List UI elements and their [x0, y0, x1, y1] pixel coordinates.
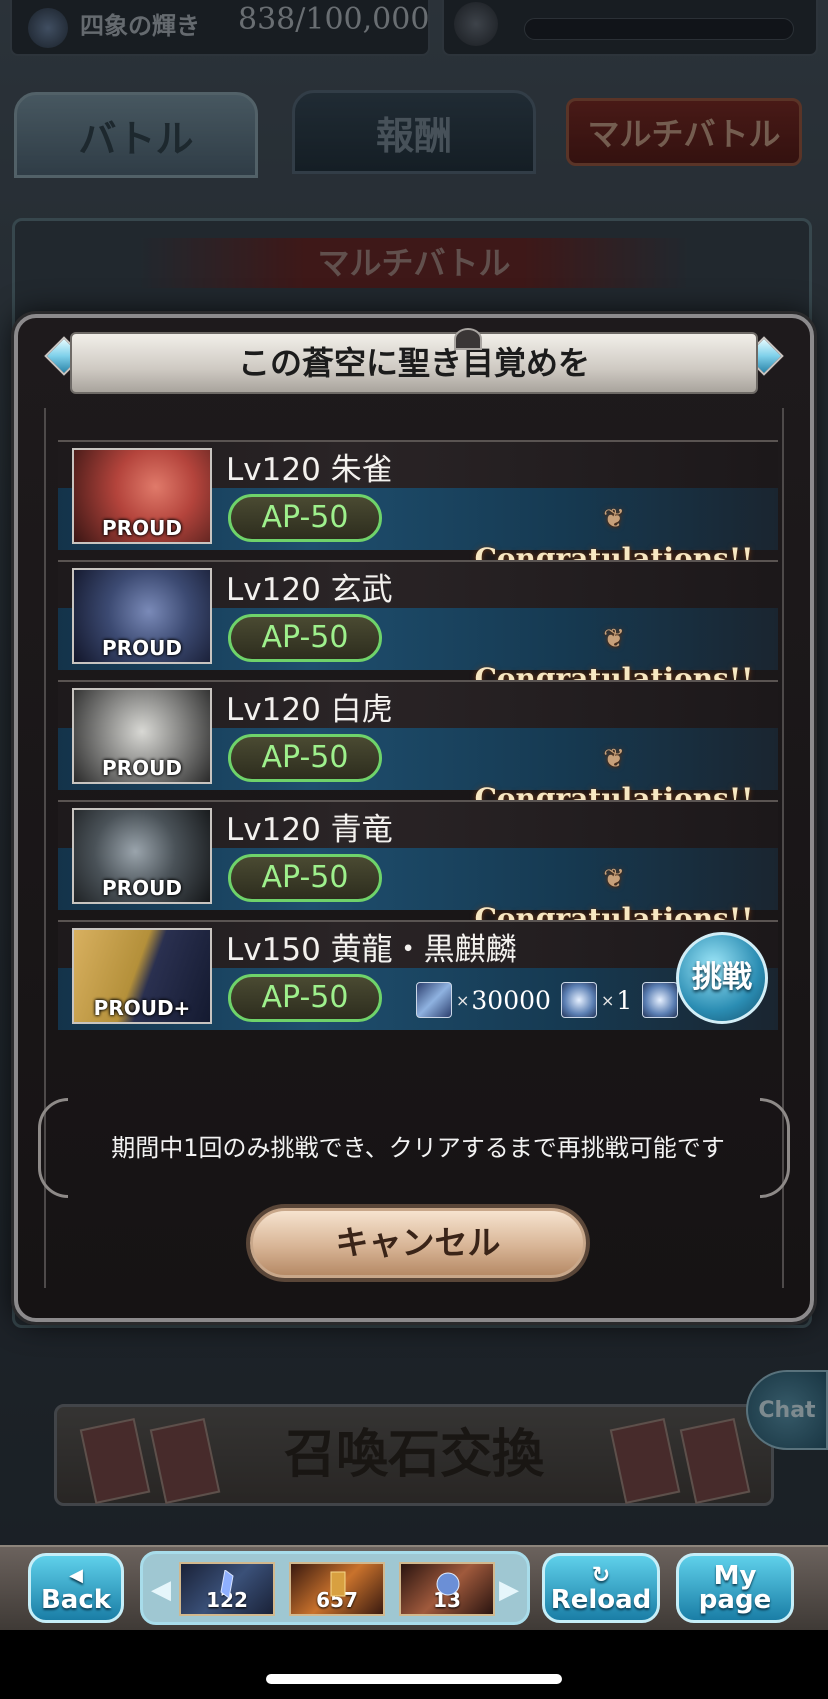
- chevron-right-icon[interactable]: ▶: [497, 1574, 521, 1606]
- quest-row[interactable]: PROUD+ Lv150 黄龍・黒麒麟 AP-50 × 30000 × 1 × …: [58, 920, 778, 1032]
- ornament-icon: [454, 328, 482, 350]
- flourish-icon: ❦: [603, 744, 625, 774]
- star-icon: [416, 982, 452, 1018]
- ap-cost: AP-50: [228, 854, 382, 902]
- ap-cost: AP-50: [228, 494, 382, 542]
- ornament-icon: [760, 1098, 790, 1198]
- orb-icon: [560, 982, 597, 1018]
- reward-count: 1: [616, 985, 633, 1015]
- rank-badge: PROUD: [102, 516, 182, 540]
- bottom-nav-bar: ◀ Back ◀ 122 657 13 ▶ ↻ Reload My page: [0, 1545, 828, 1630]
- mypage-button[interactable]: My page: [676, 1553, 794, 1623]
- ap-cost: AP-50: [228, 974, 382, 1022]
- flourish-icon: ❦: [603, 624, 625, 654]
- boss-portrait-genbu: PROUD: [72, 568, 212, 664]
- mypage-label-line2: page: [698, 1585, 772, 1615]
- cleared-status: ❦ Congratulations!! ❧: [464, 498, 764, 615]
- boss-name: Lv120 青竜: [226, 812, 393, 848]
- cleared-status: ❦ Congratulations!! ❧: [464, 618, 764, 735]
- reload-label: Reload: [550, 1585, 652, 1615]
- back-label: Back: [40, 1585, 112, 1615]
- quest-row[interactable]: PROUD Lv120 玄武 AP-50 ❦ Congratulations!!…: [58, 560, 778, 735]
- ap-cost: AP-50: [228, 734, 382, 782]
- rank-badge: PROUD: [102, 636, 182, 660]
- reload-button[interactable]: ↻ Reload: [542, 1553, 660, 1623]
- cleared-status: ❦ Congratulations!! ❧: [464, 738, 764, 855]
- boss-name: Lv150 黄龍・黒麒麟: [226, 932, 517, 968]
- ornament-icon: [38, 1098, 68, 1198]
- rank-badge: PROUD+: [93, 996, 191, 1020]
- boss-name: Lv120 白虎: [226, 692, 393, 728]
- quest-row[interactable]: PROUD Lv120 白虎 AP-50 ❦ Congratulations!!…: [58, 680, 778, 855]
- boss-name: Lv120 玄武: [226, 572, 393, 608]
- notice-text: 期間中1回のみ挑戦でき、クリアするまで再挑戦可能です: [111, 1134, 725, 1162]
- boss-portrait-ouryu-kokkiri: PROUD+: [72, 928, 212, 1024]
- ap-cost: AP-50: [228, 614, 382, 662]
- orb-icon: [642, 982, 679, 1018]
- boss-portrait-suzaku: PROUD: [72, 448, 212, 544]
- ticket-icon: [330, 1571, 346, 1597]
- home-indicator[interactable]: [266, 1674, 562, 1684]
- rank-badge: PROUD: [102, 756, 182, 780]
- home-indicator-area: [0, 1630, 828, 1699]
- orb-item[interactable]: 13: [399, 1562, 495, 1616]
- rank-badge: PROUD: [102, 876, 182, 900]
- reward-count: 30000: [471, 985, 551, 1015]
- modal-title: この蒼空に聖き目覚めを: [70, 328, 758, 394]
- item-shortcut-strip: ◀ 122 657 13 ▶: [140, 1551, 530, 1625]
- flourish-icon: ❦: [603, 504, 625, 534]
- quest-select-modal: この蒼空に聖き目覚めを PROUD Lv120 朱雀 AP-50 ❦ Congr…: [14, 314, 814, 1322]
- flourish-icon: ❦: [603, 864, 625, 894]
- crystal-item[interactable]: 122: [179, 1562, 275, 1616]
- modal-title-text: この蒼空に聖き目覚めを: [237, 344, 590, 382]
- ticket-item[interactable]: 657: [289, 1562, 385, 1616]
- boss-portrait-seiryu: PROUD: [72, 808, 212, 904]
- boss-name: Lv120 朱雀: [226, 452, 393, 488]
- cancel-button[interactable]: キャンセル: [250, 1208, 586, 1278]
- cleared-status: ❦ Congratulations!! ❧: [464, 858, 764, 975]
- orb-icon: [436, 1572, 460, 1596]
- quest-row[interactable]: PROUD Lv120 青竜 AP-50 ❦ Congratulations!!…: [58, 800, 778, 975]
- crystal-icon: [220, 1570, 234, 1598]
- quest-row[interactable]: PROUD Lv120 朱雀 AP-50 ❦ Congratulations!!…: [58, 440, 778, 615]
- back-button[interactable]: ◀ Back: [28, 1553, 124, 1623]
- chevron-left-icon[interactable]: ◀: [149, 1574, 173, 1606]
- boss-portrait-byakko: PROUD: [72, 688, 212, 784]
- challenge-button[interactable]: 挑戦: [676, 932, 768, 1024]
